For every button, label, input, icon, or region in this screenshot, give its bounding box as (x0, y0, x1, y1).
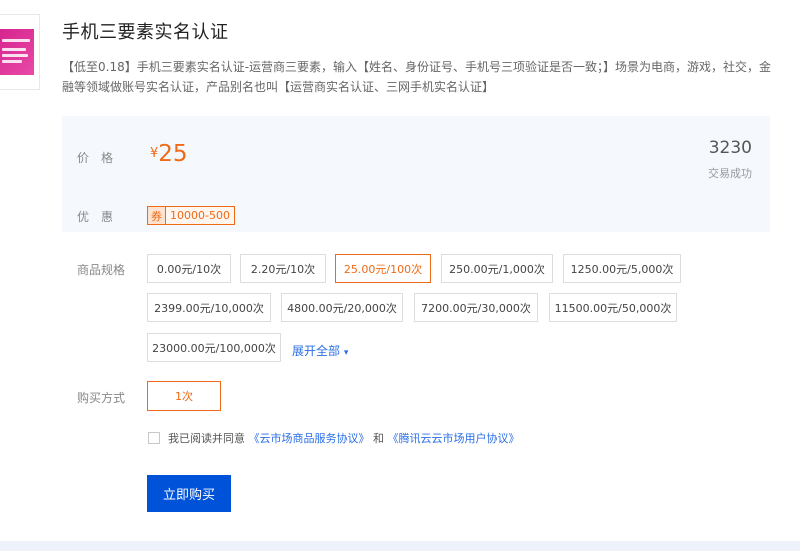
expand-all-label: 展开全部 (292, 344, 341, 358)
sales-label: 交易成功 (708, 167, 752, 180)
spec-option[interactable]: 11500.00元/50,000次 (549, 293, 677, 322)
buy-method-label: 购买方式 (77, 391, 126, 405)
spec-option[interactable]: 7200.00元/30,000次 (414, 293, 538, 322)
expand-all-link[interactable]: 展开全部 ▾ (292, 342, 348, 359)
spec-option[interactable]: 2.20元/10次 (240, 254, 326, 283)
spec-option[interactable]: 250.00元/1,000次 (441, 254, 553, 283)
price-value: ¥25 (150, 141, 188, 167)
spec-label: 商品规格 (77, 263, 126, 277)
price-amount: 25 (158, 141, 188, 167)
user-agreement-link[interactable]: 《腾讯云云市场用户协议》 (388, 432, 520, 445)
spec-option[interactable]: 1250.00元/5,000次 (563, 254, 681, 283)
agreement-prefix: 我已阅读并同意 (168, 432, 245, 445)
agreement-connector: 和 (373, 432, 384, 445)
spec-option[interactable]: 0.00元/10次 (147, 254, 231, 283)
coupon-badge[interactable]: 券 10000-500 (147, 206, 235, 225)
bottom-band (0, 541, 800, 551)
price-label: 价格 (77, 151, 126, 165)
agreement-text: 我已阅读并同意 《云市场商品服务协议》 和 《腾讯云云市场用户协议》 (168, 430, 520, 446)
sales-count: 3230 (708, 138, 752, 158)
spec-option[interactable]: 23000.00元/100,000次 (147, 333, 281, 362)
spec-option-selected[interactable]: 25.00元/100次 (335, 254, 431, 283)
product-description: 【低至0.18】手机三要素实名认证-运营商三要素，输入【姓名、身份证号、手机号三… (62, 60, 772, 94)
spec-option[interactable]: 4800.00元/20,000次 (281, 293, 403, 322)
coupon-tag: 券 (148, 207, 166, 224)
coupon-label: 优惠 (77, 210, 126, 224)
agreement-checkbox[interactable] (148, 432, 160, 444)
product-thumbnail-image (0, 29, 34, 75)
coupon-amount: 10000-500 (170, 209, 230, 222)
buy-method-option[interactable]: 1次 (147, 381, 221, 411)
buy-now-button[interactable]: 立即购买 (147, 475, 231, 512)
product-title: 手机三要素实名认证 (62, 22, 229, 43)
service-agreement-link[interactable]: 《云市场商品服务协议》 (249, 432, 370, 445)
spec-option[interactable]: 2399.00元/10,000次 (147, 293, 271, 322)
chevron-down-icon: ▾ (343, 348, 349, 358)
product-thumbnail[interactable] (0, 14, 40, 90)
